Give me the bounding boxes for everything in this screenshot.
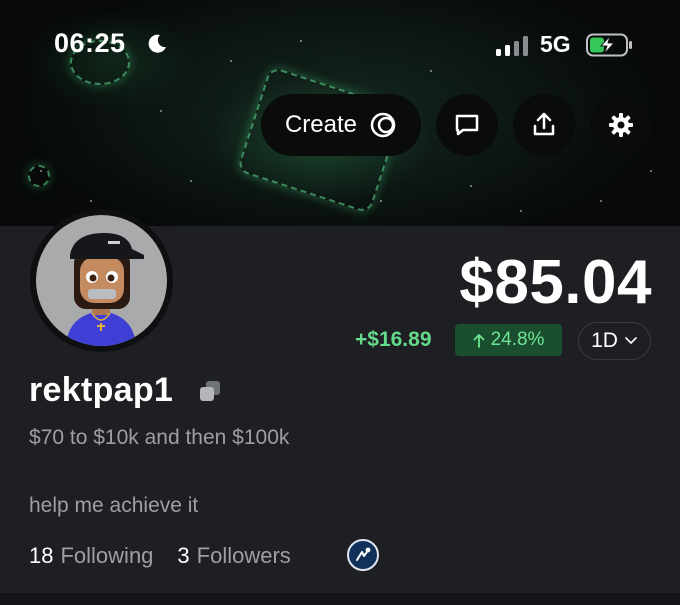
create-button-label: Create	[284, 111, 358, 138]
signal-icon	[496, 36, 528, 56]
following-link[interactable]: 18 Following	[29, 543, 153, 569]
moon-icon	[148, 34, 166, 53]
avatar-image	[36, 215, 167, 346]
battery-charging-icon	[586, 33, 632, 57]
settings-icon	[609, 113, 633, 137]
bio-line-1: $70 to $10k and then $100k	[29, 426, 290, 449]
followers-count: 3	[177, 543, 190, 568]
portfolio-change-percent: 24.8%	[490, 329, 545, 350]
settings-button[interactable]	[590, 94, 652, 156]
status-time: 06:25	[54, 28, 126, 58]
create-button[interactable]: Create	[261, 94, 421, 156]
follow-stats: 18 Following 3 Followers	[29, 542, 291, 570]
following-count: 18	[29, 543, 54, 568]
portfolio-change-amount: +$16.89	[355, 328, 432, 351]
chevron-down-icon	[625, 337, 637, 344]
banner-decoration-ring	[28, 165, 50, 187]
time-range-label: 1D	[591, 329, 618, 352]
arrow-up-icon	[473, 333, 484, 348]
avatar[interactable]	[30, 209, 173, 352]
create-circle-icon	[370, 112, 396, 138]
copy-icon[interactable]	[197, 378, 223, 404]
time-range-dropdown[interactable]: 1D	[578, 322, 651, 360]
message-icon	[455, 114, 479, 136]
section-divider	[0, 593, 680, 605]
network-type: 5G	[540, 31, 571, 57]
username: rektpap1	[29, 371, 174, 409]
followers-link[interactable]: 3 Followers	[177, 543, 290, 569]
share-button[interactable]	[513, 94, 575, 156]
message-button[interactable]	[436, 94, 498, 156]
portfolio-change-percent-badge: 24.8%	[455, 324, 562, 356]
status-bar: 06:25 5G	[0, 0, 680, 90]
following-label: Following	[60, 543, 154, 568]
followers-label: Followers	[196, 543, 291, 568]
badge-icon[interactable]	[347, 539, 379, 571]
share-icon	[533, 112, 555, 136]
bio-line-2: help me achieve it	[29, 494, 199, 517]
portfolio-value: $85.04	[459, 248, 652, 317]
